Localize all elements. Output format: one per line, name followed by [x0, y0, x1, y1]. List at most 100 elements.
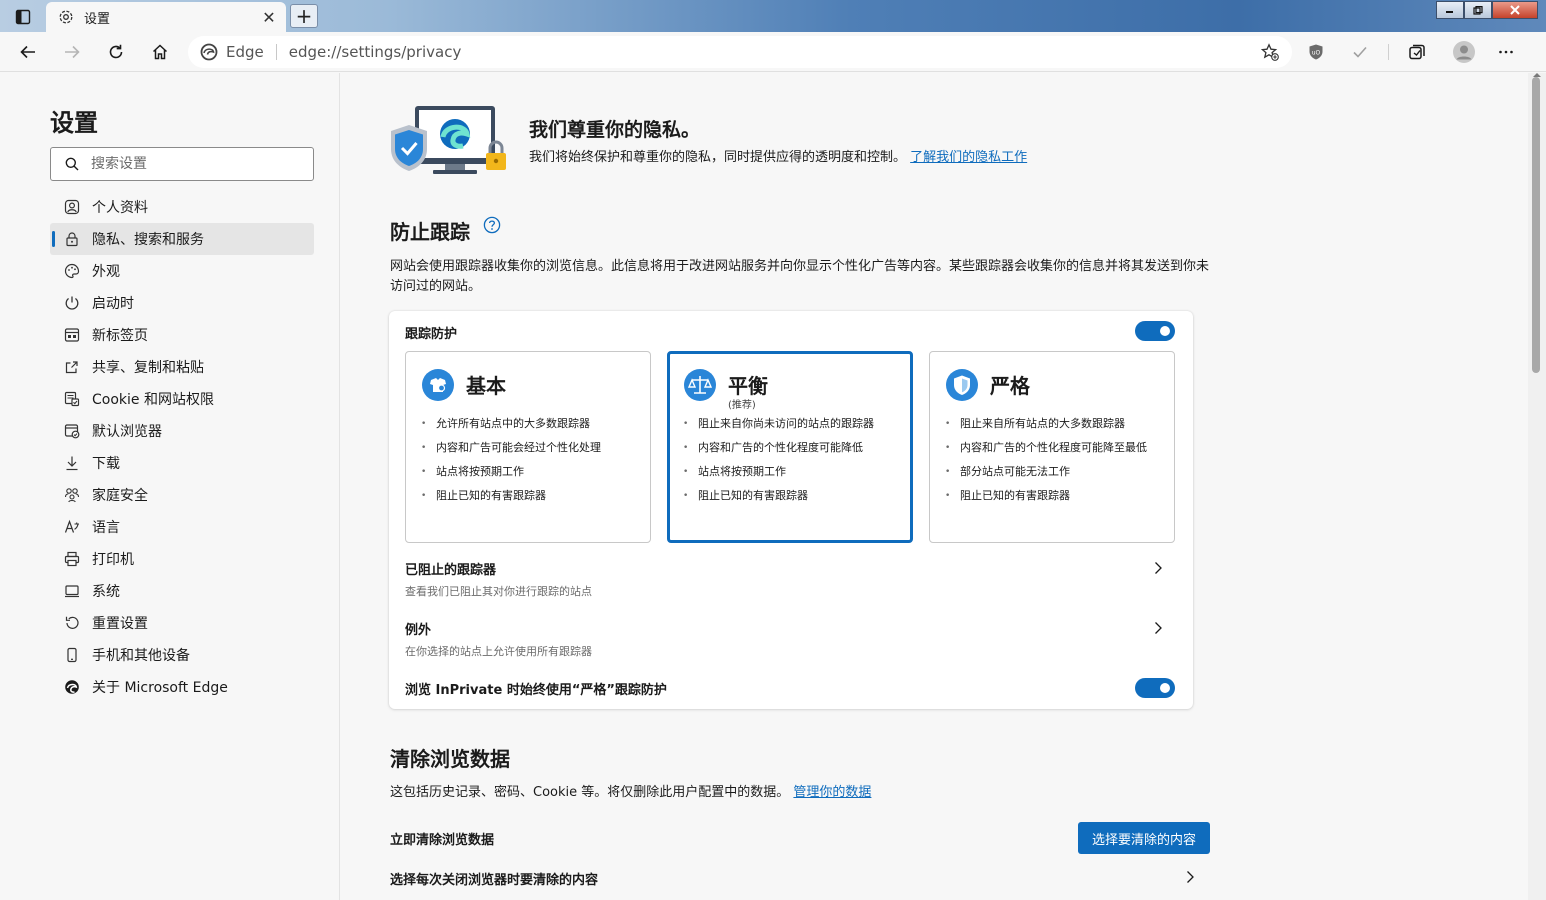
site-identity-label: Edge — [226, 43, 264, 61]
search-input[interactable] — [91, 156, 291, 172]
home-icon — [152, 44, 168, 60]
mode-point: 部分站点可能无法工作 — [945, 464, 1160, 480]
sidebar-item-label: 关于 Microsoft Edge — [92, 680, 228, 696]
balanced-mode-icon — [684, 369, 716, 401]
sidebar-item-label: 语言 — [92, 520, 120, 536]
exceptions-description: 在你选择的站点上允许使用所有跟踪器 — [405, 645, 592, 658]
avatar — [1453, 41, 1475, 63]
chevron-right-icon[interactable] — [1151, 561, 1165, 575]
mode-point: 站点将按预期工作 — [683, 464, 898, 480]
sidebar-item-family[interactable]: 家庭安全 — [50, 479, 314, 511]
sidebar-item-label: 重置设置 — [92, 616, 148, 632]
sidebar-item-appearance[interactable]: 外观 — [50, 255, 314, 287]
close-icon — [1510, 5, 1520, 15]
exceptions-label[interactable]: 例外 — [405, 619, 431, 638]
manage-data-link[interactable]: 管理你的数据 — [793, 785, 871, 800]
sidebar-item-new-tab[interactable]: 新标签页 — [50, 319, 314, 351]
system-icon — [64, 583, 80, 599]
tab-close-button[interactable]: ✕ — [258, 6, 280, 28]
blocked-trackers-description: 查看我们已阻止其对你进行跟踪的站点 — [405, 585, 592, 598]
strict-mode-icon — [946, 369, 978, 401]
search-box[interactable] — [50, 147, 314, 181]
home-button[interactable] — [145, 37, 175, 67]
mode-name: 基本 — [466, 374, 506, 398]
scrollbar-thumb[interactable] — [1532, 77, 1540, 373]
close-window-button[interactable] — [1492, 1, 1538, 19]
tab-settings[interactable]: 设置 ✕ — [46, 2, 286, 32]
sidebar-item-profile[interactable]: 个人资料 — [50, 191, 314, 223]
check-extension-button[interactable] — [1346, 38, 1374, 66]
mode-point: 阻止已知的有害跟踪器 — [683, 488, 898, 504]
tab-title: 设置 — [84, 11, 111, 27]
sidebar-item-cookies[interactable]: Cookie 和网站权限 — [50, 383, 314, 415]
minimize-button[interactable] — [1436, 1, 1464, 19]
tracking-mode-balanced[interactable]: 平衡 (推荐) 阻止来自你尚未访问的站点的跟踪器 内容和广告的个性化程度可能降低… — [667, 351, 913, 543]
refresh-button[interactable] — [101, 37, 131, 67]
choose-what-to-clear-button[interactable]: 选择要清除的内容 — [1078, 822, 1210, 854]
sidebar-item-languages[interactable]: 语言 — [50, 511, 314, 543]
sidebar-item-about[interactable]: 关于 Microsoft Edge — [50, 671, 314, 703]
mode-recommended-tag: (推荐) — [728, 400, 756, 411]
sidebar-item-default-browser[interactable]: 默认浏览器 — [50, 415, 314, 447]
svg-text:uO: uO — [1312, 50, 1321, 57]
tracking-mode-basic[interactable]: 基本 允许所有站点中的大多数跟踪器 内容和广告可能会经过个性化处理 站点将按预期… — [405, 351, 651, 543]
share-icon — [64, 359, 80, 375]
help-icon[interactable] — [483, 216, 501, 234]
collections-button[interactable] — [1403, 38, 1431, 66]
phone-icon — [64, 647, 80, 663]
privacy-hero: 我们尊重你的隐私。 我们将始终保护和尊重你的隐私，同时提供应得的透明度和控制。 … — [389, 103, 1069, 193]
tracking-protection-toggle[interactable] — [1135, 321, 1175, 341]
window-controls — [1436, 1, 1538, 19]
sidebar-item-privacy[interactable]: 隐私、搜索和服务 — [50, 223, 314, 255]
url-text[interactable]: edge://settings/privacy — [289, 43, 1258, 61]
blocked-trackers-label[interactable]: 已阻止的跟踪器 — [405, 559, 496, 578]
mode-name: 严格 — [990, 374, 1030, 398]
inprivate-strict-label: 浏览 InPrivate 时始终使用“严格”跟踪防护 — [405, 683, 667, 698]
sidebar-title: 设置 — [50, 109, 98, 137]
sidebar-item-share[interactable]: 共享、复制和粘贴 — [50, 351, 314, 383]
tab-actions-button[interactable] — [4, 4, 42, 30]
maximize-button[interactable] — [1464, 1, 1492, 19]
checkmark-icon — [1353, 46, 1367, 58]
power-icon — [64, 295, 80, 311]
sidebar-item-label: 共享、复制和粘贴 — [92, 360, 204, 376]
privacy-illustration — [391, 106, 506, 174]
mode-point: 内容和广告的个性化程度可能降低 — [683, 440, 898, 456]
privacy-learn-more-link[interactable]: 了解我们的隐私工作 — [910, 150, 1027, 165]
clear-data-section-title: 清除浏览数据 — [390, 747, 510, 771]
sidebar-item-downloads[interactable]: 下载 — [50, 447, 314, 479]
clear-on-close-label[interactable]: 选择每次关闭浏览器时要清除的内容 — [390, 869, 598, 888]
sidebar-item-label: 启动时 — [92, 296, 134, 312]
tracking-mode-strict[interactable]: 严格 阻止来自所有站点的大多数跟踪器 内容和广告的个性化程度可能降至最低 部分站… — [929, 351, 1175, 543]
profile-button[interactable] — [1450, 38, 1478, 66]
mode-points: 阻止来自你尚未访问的站点的跟踪器 内容和广告的个性化程度可能降低 站点将按预期工… — [683, 416, 898, 512]
add-favorite-button[interactable] — [1258, 40, 1282, 64]
sidebar-item-phone[interactable]: 手机和其他设备 — [50, 639, 314, 671]
printer-icon — [64, 551, 80, 567]
address-bar[interactable]: Edge edge://settings/privacy — [188, 36, 1292, 68]
new-tab-button[interactable]: + — [290, 4, 318, 28]
page-scrollbar[interactable] — [1528, 73, 1546, 900]
sidebar-item-system[interactable]: 系统 — [50, 575, 314, 607]
lock-icon — [64, 231, 80, 247]
ublock-extension-button[interactable]: uO — [1302, 38, 1330, 66]
mode-point: 阻止已知的有害跟踪器 — [421, 488, 636, 504]
forward-button[interactable] — [57, 37, 87, 67]
back-button[interactable] — [13, 37, 43, 67]
inprivate-strict-toggle[interactable] — [1135, 678, 1175, 698]
sidebar-item-reset[interactable]: 重置设置 — [50, 607, 314, 639]
sidebar-item-startup[interactable]: 启动时 — [50, 287, 314, 319]
gear-icon — [59, 10, 73, 24]
sidebar-item-label: Cookie 和网站权限 — [92, 392, 214, 408]
sidebar-item-label: 默认浏览器 — [92, 424, 162, 440]
tracking-card: 跟踪防护 基本 允许所有站点中的大多数跟踪器 内容和广告可能会经过个性化处理 站… — [389, 311, 1193, 709]
sidebar-item-label: 个人资料 — [92, 200, 148, 216]
hero-description-text: 我们将始终保护和尊重你的隐私，同时提供应得的透明度和控制。 — [529, 150, 907, 165]
chevron-right-icon[interactable] — [1151, 621, 1165, 635]
sidebar-item-printers[interactable]: 打印机 — [50, 543, 314, 575]
clear-now-label: 立即清除浏览数据 — [390, 833, 495, 848]
settings-more-button[interactable] — [1492, 38, 1520, 66]
mode-point: 内容和广告可能会经过个性化处理 — [421, 440, 636, 456]
chevron-right-icon[interactable] — [1183, 870, 1197, 884]
edge-logo-icon — [200, 43, 218, 61]
